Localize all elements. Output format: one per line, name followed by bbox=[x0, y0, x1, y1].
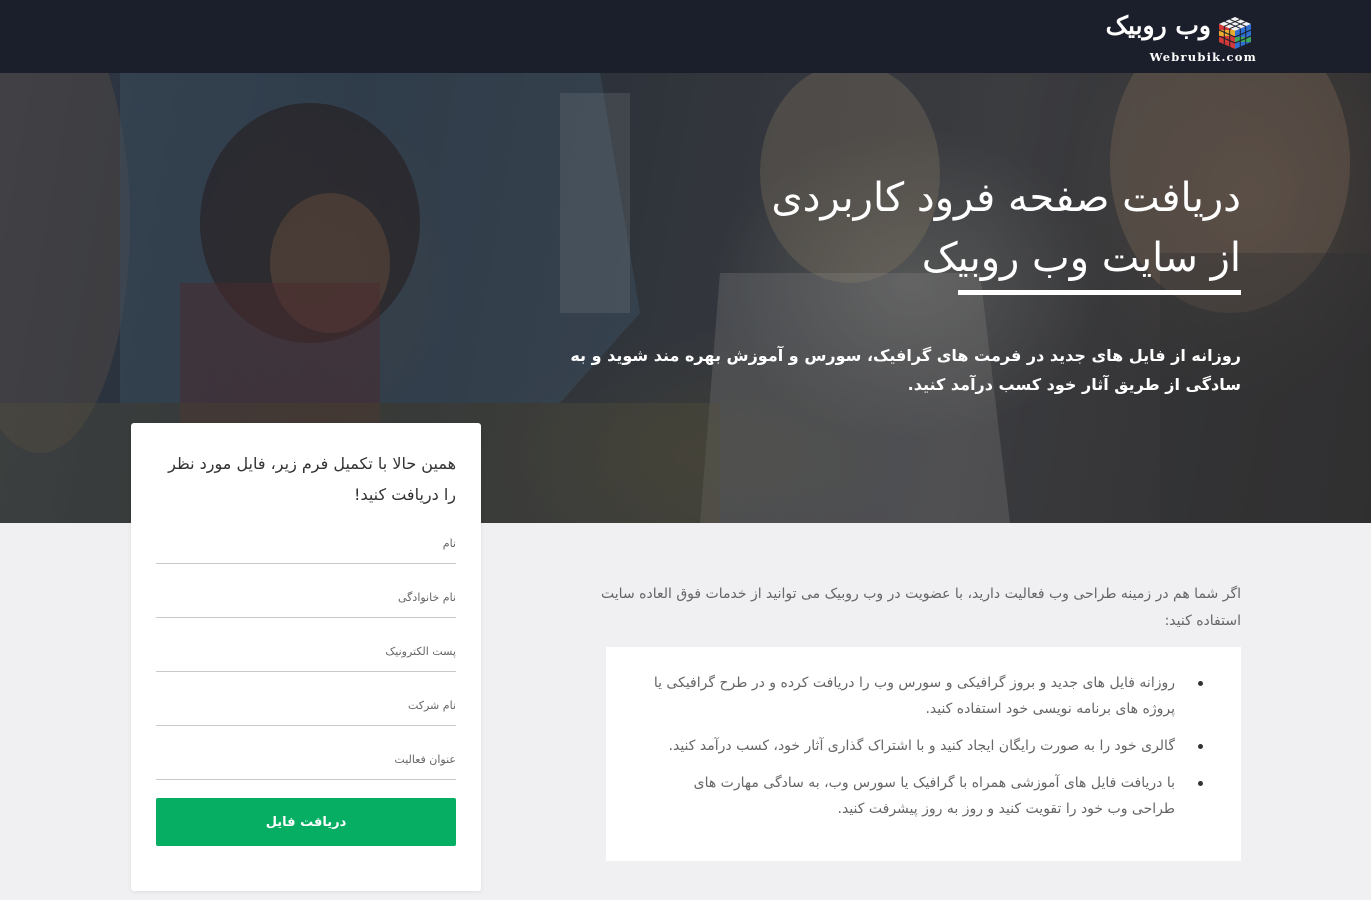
form-intro: همین حالا با تکمیل فرم زیر، فایل مورد نظ… bbox=[168, 454, 456, 504]
logo-domain: Webrubik.com bbox=[1149, 50, 1257, 64]
last-name-field[interactable] bbox=[156, 578, 456, 618]
hero-title-line-1: دریافت صفحه فرود کاربردی bbox=[771, 174, 1241, 221]
hero-description: روزانه از فایل های جدید در فرمت های گراف… bbox=[570, 346, 1241, 394]
email-field[interactable] bbox=[156, 632, 456, 672]
bullet-icon bbox=[1198, 781, 1203, 786]
job-title-field[interactable] bbox=[156, 740, 456, 780]
bullet-icon bbox=[1198, 681, 1203, 686]
list-item: گالری خود را به صورت رایگان ایجاد کنید و… bbox=[648, 733, 1203, 759]
download-file-button[interactable]: دریافت فایل bbox=[156, 798, 456, 846]
hero-title-line-2: از سایت وب روبیک bbox=[921, 234, 1241, 281]
list-item: با دریافت فایل های آموزشی همراه با گرافی… bbox=[648, 770, 1203, 822]
bullet-icon bbox=[1198, 744, 1203, 749]
top-bar: وب روبیک Webrubik.com bbox=[0, 0, 1371, 73]
benefits-panel: روزانه فایل های جدید و بروز گرافیکی و سو… bbox=[606, 647, 1241, 861]
membership-intro: اگر شما هم در زمینه طراحی وب فعالیت داری… bbox=[601, 586, 1241, 629]
company-field[interactable] bbox=[156, 686, 456, 726]
rubik-cube-icon bbox=[1218, 17, 1252, 49]
benefit-text: با دریافت فایل های آموزشی همراه با گرافی… bbox=[693, 775, 1175, 817]
hero-title: دریافت صفحه فرود کاربردی از سایت وب روبی… bbox=[641, 168, 1241, 288]
logo-wordmark: وب روبیک bbox=[1105, 11, 1211, 40]
list-item: روزانه فایل های جدید و بروز گرافیکی و سو… bbox=[648, 670, 1203, 722]
first-name-field[interactable] bbox=[156, 524, 456, 564]
site-logo[interactable]: وب روبیک Webrubik.com bbox=[1106, 10, 1257, 66]
download-form-card: همین حالا با تکمیل فرم زیر، فایل مورد نظ… bbox=[131, 423, 481, 891]
hero-divider bbox=[958, 290, 1241, 295]
benefit-text: گالری خود را به صورت رایگان ایجاد کنید و… bbox=[668, 738, 1175, 754]
benefit-text: روزانه فایل های جدید و بروز گرافیکی و سو… bbox=[653, 675, 1175, 717]
benefits-list: روزانه فایل های جدید و بروز گرافیکی و سو… bbox=[648, 670, 1203, 833]
